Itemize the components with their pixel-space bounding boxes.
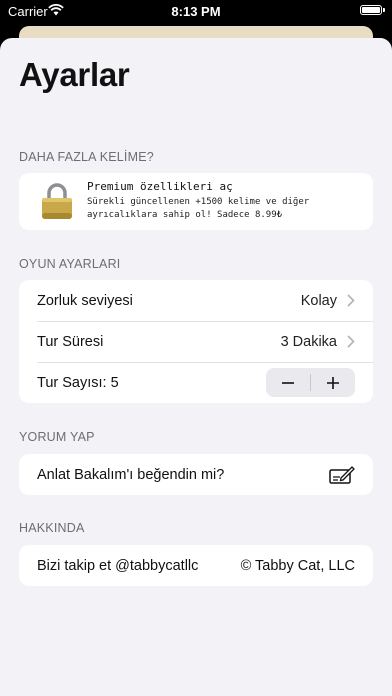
chevron-right-icon (347, 294, 355, 307)
round-count-label: Tur Sayısı: 5 (37, 374, 119, 391)
page-title: Ayarlar (19, 56, 130, 93)
premium-text: Premium özellikleri aç Sürekli güncellen… (87, 180, 309, 222)
round-time-row[interactable]: Tur Süresi 3 Dakika (19, 321, 373, 362)
battery-icon (360, 5, 385, 15)
follow-label[interactable]: Bizi takip et @tabbycatllc (37, 558, 198, 574)
round-count-stepper[interactable] (266, 368, 355, 397)
chevron-right-icon (347, 335, 355, 348)
decrement-button[interactable] (266, 368, 310, 397)
premium-description-line2: ayrıcalıklara sahip ol! Sadece 8.99₺ (87, 210, 283, 220)
premium-title: Premium özellikleri aç (87, 180, 233, 193)
game-settings-card: Zorluk seviyesi Kolay Tur Süresi 3 Dakik… (19, 280, 373, 403)
round-count-row: Tur Sayısı: 5 (19, 362, 373, 403)
lock-icon (42, 183, 72, 219)
minus-icon (282, 381, 294, 384)
premium-card[interactable]: Premium özellikleri aç Sürekli güncellen… (19, 173, 373, 230)
review-row[interactable]: Anlat Bakalım'ı beğendin mi? (19, 454, 373, 495)
game-settings-header: OYUN AYARLARI (19, 257, 121, 271)
about-row[interactable]: Bizi takip et @tabbycatllc © Tabby Cat, … (19, 545, 373, 586)
difficulty-value: Kolay (300, 292, 337, 309)
round-time-value: 3 Dakika (280, 333, 337, 350)
status-time: 8:13 PM (171, 4, 221, 19)
review-label: Anlat Bakalım'ı beğendin mi? (37, 466, 225, 483)
write-review-icon (329, 465, 355, 484)
about-card: Bizi takip et @tabbycatllc © Tabby Cat, … (19, 545, 373, 586)
review-card: Anlat Bakalım'ı beğendin mi? (19, 454, 373, 495)
premium-description-line1: Sürekli güncellenen +1500 kelime ve diğe… (87, 197, 310, 207)
plus-icon (327, 376, 339, 389)
status-bar: Carrier 8:13 PM (0, 0, 392, 22)
review-section-header: YORUM YAP (19, 430, 95, 444)
about-section-header: HAKKINDA (19, 521, 85, 535)
premium-section-header: DAHA FAZLA KELİME? (19, 150, 154, 164)
round-time-label: Tur Süresi (37, 333, 104, 350)
increment-button[interactable] (311, 368, 355, 397)
difficulty-row[interactable]: Zorluk seviyesi Kolay (19, 280, 373, 321)
difficulty-label: Zorluk seviyesi (37, 292, 133, 309)
copyright-label: © Tabby Cat, LLC (240, 557, 355, 574)
premium-unlock-row[interactable]: Premium özellikleri aç Sürekli güncellen… (19, 173, 373, 229)
